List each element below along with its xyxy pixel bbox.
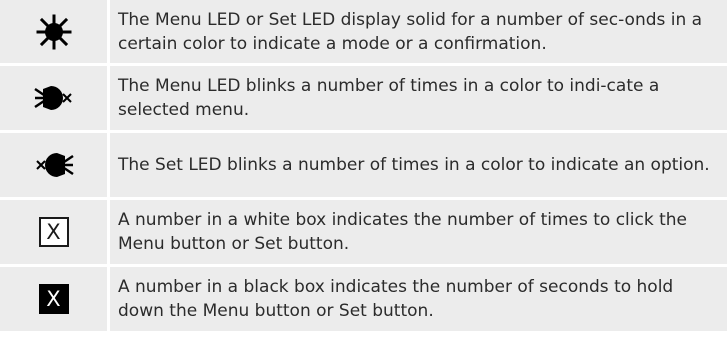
menu-led-blink-icon <box>33 86 72 110</box>
description-text: The Menu LED or Set LED display solid fo… <box>118 9 703 54</box>
legend-row: X A number in a black box indicates the … <box>0 267 727 334</box>
legend-row: X A number in a white box indicates the … <box>0 200 727 267</box>
description-cell: The Menu LED blinks a number of times in… <box>118 66 721 130</box>
icon-cell: X <box>0 267 110 331</box>
icon-cell <box>0 66 110 130</box>
legend-row: The Menu LED blinks a number of times in… <box>0 66 727 133</box>
icon-cell: X <box>0 200 110 264</box>
description-cell: The Menu LED or Set LED display solid fo… <box>118 0 721 63</box>
description-text: The Menu LED blinks a number of times in… <box>118 76 660 120</box>
set-led-blink-icon <box>35 153 74 177</box>
black-box-icon: X <box>38 284 69 314</box>
description-text: A number in a white box indicates the nu… <box>118 210 688 254</box>
led-legend-table: The Menu LED or Set LED display solid fo… <box>0 0 727 334</box>
icon-cell <box>0 0 110 63</box>
description-cell: The Set LED blinks a number of times in … <box>118 133 721 197</box>
icon-cell <box>0 133 110 197</box>
description-text: A number in a black box indicates the nu… <box>118 277 674 321</box>
led-solid-icon <box>36 14 71 49</box>
white-box-label: X <box>46 220 61 244</box>
white-box-icon: X <box>38 217 69 247</box>
description-cell: A number in a white box indicates the nu… <box>118 200 721 264</box>
black-box-label: X <box>46 287 61 311</box>
description-text: The Set LED blinks a number of times in … <box>118 155 710 175</box>
legend-row: The Set LED blinks a number of times in … <box>0 133 727 200</box>
legend-row: The Menu LED or Set LED display solid fo… <box>0 0 727 66</box>
description-cell: A number in a black box indicates the nu… <box>118 267 721 331</box>
